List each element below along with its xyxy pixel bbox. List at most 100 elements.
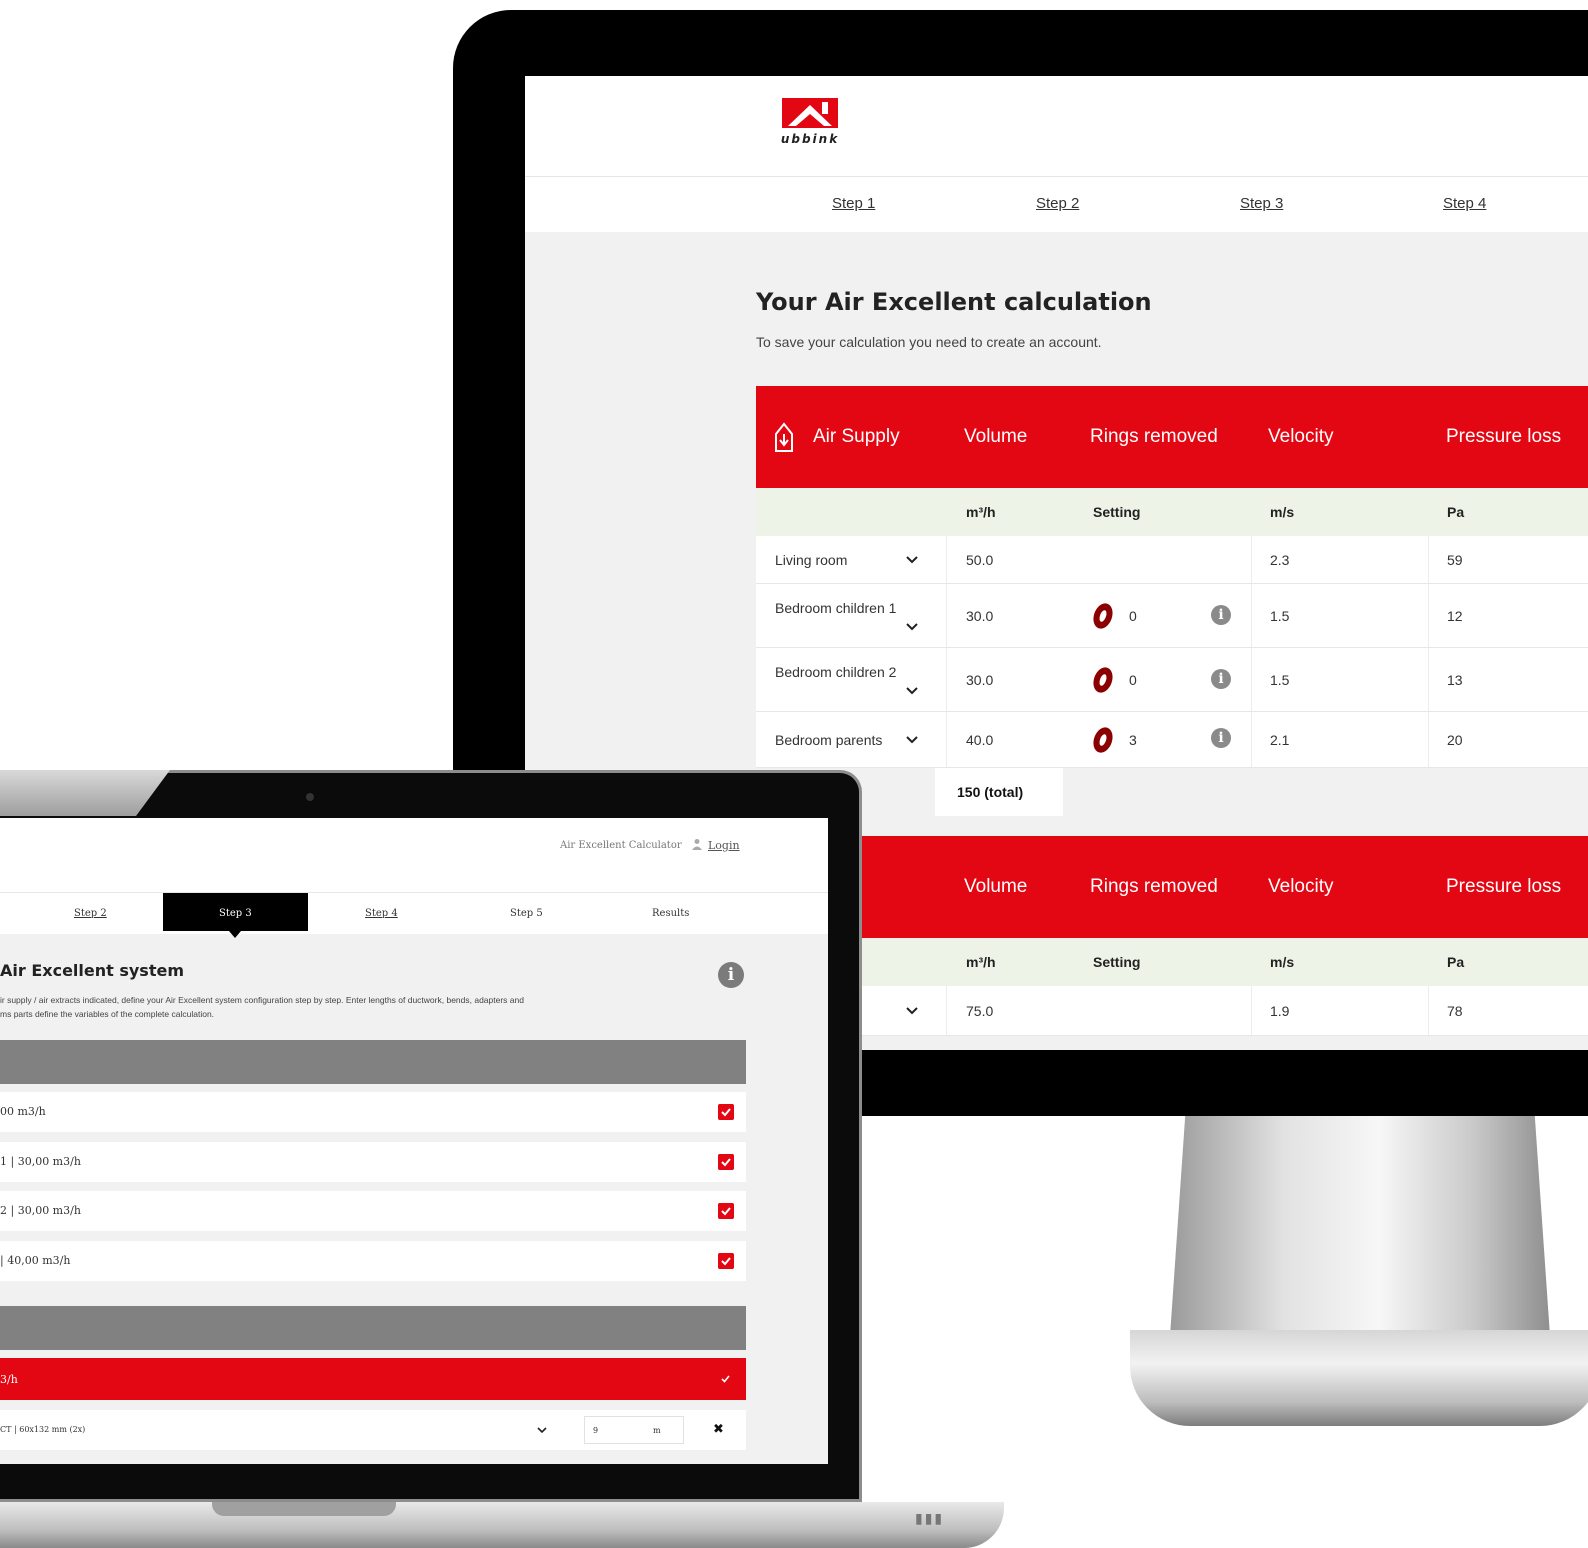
tab-step-2[interactable]: Step 2	[74, 908, 107, 919]
table-row: Bedroom children 2 30.0 0 i 1.5 13	[756, 648, 1588, 712]
tab-step-3-label: Step 3	[219, 908, 252, 919]
user-icon	[692, 839, 702, 850]
description-line: ms parts define the variables of the com…	[0, 1009, 215, 1019]
col-volume: Volume	[964, 876, 1028, 897]
pressure-value: 20	[1447, 732, 1463, 748]
tab-step-4[interactable]: Step 4	[365, 908, 398, 919]
air-supply-icon	[775, 422, 793, 452]
checkbox-checked-icon[interactable]	[718, 1154, 734, 1170]
laptop-screen: Air Excellent Calculator Login Step 2 St…	[0, 818, 828, 1464]
pressure-value: 59	[1447, 552, 1463, 568]
chevron-down-icon[interactable]	[906, 620, 918, 632]
col-air-supply: Air Supply	[813, 426, 900, 447]
pressure-value: 12	[1447, 608, 1463, 624]
ring-icon	[1093, 667, 1113, 693]
page-subtitle: To save your calculation you need to cre…	[756, 334, 1102, 350]
tab-step-5[interactable]: Step 5	[510, 908, 543, 919]
room-name: Living room	[775, 552, 848, 568]
setting-value: 0	[1129, 672, 1137, 688]
duct-length-value: 9	[593, 1426, 599, 1435]
table-row: 75.0 1.9 78	[756, 986, 1588, 1036]
list-item-label: 3/h	[0, 1373, 18, 1386]
velocity-value: 2.1	[1270, 732, 1290, 748]
ubbink-logo[interactable]: ubbink	[778, 96, 842, 148]
system-description: ir supply / air extracts indicated, defi…	[0, 993, 640, 1021]
description-line: ir supply / air extracts indicated, defi…	[0, 995, 524, 1005]
delete-icon[interactable]: ✖	[713, 1422, 724, 1437]
tab-step-2[interactable]: Step 2	[1036, 195, 1079, 212]
page-title: Your Air Excellent calculation	[756, 288, 1152, 316]
unit-setting: Setting	[1093, 954, 1141, 970]
volume-value: 30.0	[966, 672, 994, 688]
col-rings-removed: Rings removed	[1090, 426, 1218, 447]
unit-pressure: Pa	[1447, 954, 1465, 970]
checkbox-checked-icon[interactable]	[718, 1203, 734, 1219]
site-header: ubbink	[525, 76, 1588, 176]
chevron-down-icon[interactable]	[906, 684, 918, 696]
list-item[interactable]: 1 | 30,00 m3/h	[0, 1142, 746, 1182]
volume-value: 75.0	[966, 1003, 994, 1019]
volume-value: 40.0	[966, 732, 994, 748]
logo-wordmark: ubbink	[780, 132, 840, 146]
unit-volume: m³/h	[966, 954, 996, 970]
col-pressure-loss: Pressure loss	[1446, 426, 1562, 447]
check-icon	[721, 1375, 730, 1383]
chevron-down-icon[interactable]	[906, 1004, 918, 1016]
list-item[interactable]: 00 m3/h	[0, 1092, 746, 1132]
col-velocity: Velocity	[1268, 876, 1334, 897]
ring-icon	[1093, 603, 1113, 629]
velocity-value: 2.3	[1270, 552, 1290, 568]
supply-units-row: m³/h Setting m/s Pa	[756, 488, 1588, 536]
info-icon[interactable]: i	[1211, 728, 1231, 748]
setting-value: 3	[1129, 732, 1137, 748]
list-item-label: 2 | 30,00 m3/h	[0, 1204, 81, 1217]
list-item-label: 1 | 30,00 m3/h	[0, 1155, 81, 1168]
list-item-label: | 40,00 m3/h	[0, 1254, 71, 1267]
tab-step-3[interactable]: Step 3	[1240, 195, 1283, 212]
webcam	[306, 793, 314, 801]
setting-value: 0	[1129, 608, 1137, 624]
info-icon[interactable]: i	[718, 962, 744, 988]
duct-type-select[interactable]: CT | 60x132 mm (2x)	[0, 1425, 85, 1434]
list-item[interactable]: | 40,00 m3/h	[0, 1241, 746, 1281]
checkbox-checked-icon[interactable]	[718, 1104, 734, 1120]
checkbox-checked-icon[interactable]	[718, 1253, 734, 1269]
col-rings-removed: Rings removed	[1090, 876, 1218, 897]
volume-value: 30.0	[966, 608, 994, 624]
info-icon[interactable]: i	[1211, 605, 1231, 625]
unit-velocity: m/s	[1270, 954, 1295, 970]
pressure-value: 13	[1447, 672, 1463, 688]
info-icon[interactable]: i	[1211, 669, 1231, 689]
list-item[interactable]: 2 | 30,00 m3/h	[0, 1191, 746, 1231]
monitor-stand-base	[1130, 1330, 1588, 1426]
velocity-value: 1.5	[1270, 608, 1290, 624]
duct-row: CT | 60x132 mm (2x) 9 m ✖	[0, 1410, 746, 1450]
laptop-vent-icon: ▮▮▮	[915, 1510, 945, 1526]
duct-length-input[interactable]: 9 m	[584, 1416, 684, 1444]
chevron-down-icon[interactable]	[537, 1426, 547, 1434]
unit-velocity: m/s	[1270, 504, 1295, 520]
room-name: Bedroom children 2	[775, 664, 897, 680]
logo-roof-icon	[782, 98, 838, 128]
volume-value: 50.0	[966, 552, 994, 568]
monitor-stand-neck	[1170, 1116, 1550, 1336]
chevron-down-icon[interactable]	[906, 553, 918, 565]
laptop-header: Air Excellent Calculator Login	[0, 818, 828, 892]
supply-table-header: Air Supply Volume Rings removed Velocity…	[756, 386, 1588, 488]
unit-pressure: Pa	[1447, 504, 1465, 520]
system-title: Air Excellent system	[0, 961, 184, 980]
velocity-value: 1.9	[1270, 1003, 1290, 1019]
tab-step-1[interactable]: Step 1	[832, 195, 875, 212]
room-name: Bedroom parents	[775, 732, 883, 748]
selected-list-item[interactable]: 3/h	[0, 1358, 746, 1400]
chevron-down-icon[interactable]	[906, 733, 918, 745]
login-link[interactable]: Login	[708, 839, 740, 852]
pressure-value: 78	[1447, 1003, 1463, 1019]
room-name: Bedroom children 1	[775, 600, 897, 616]
col-velocity: Velocity	[1268, 426, 1334, 447]
volume-total: 150 (total)	[935, 768, 1063, 816]
active-step-arrow	[229, 931, 241, 938]
tab-results[interactable]: Results	[652, 908, 689, 919]
tab-step-3-active[interactable]: Step 3	[163, 893, 308, 931]
tab-step-4[interactable]: Step 4	[1443, 195, 1486, 212]
